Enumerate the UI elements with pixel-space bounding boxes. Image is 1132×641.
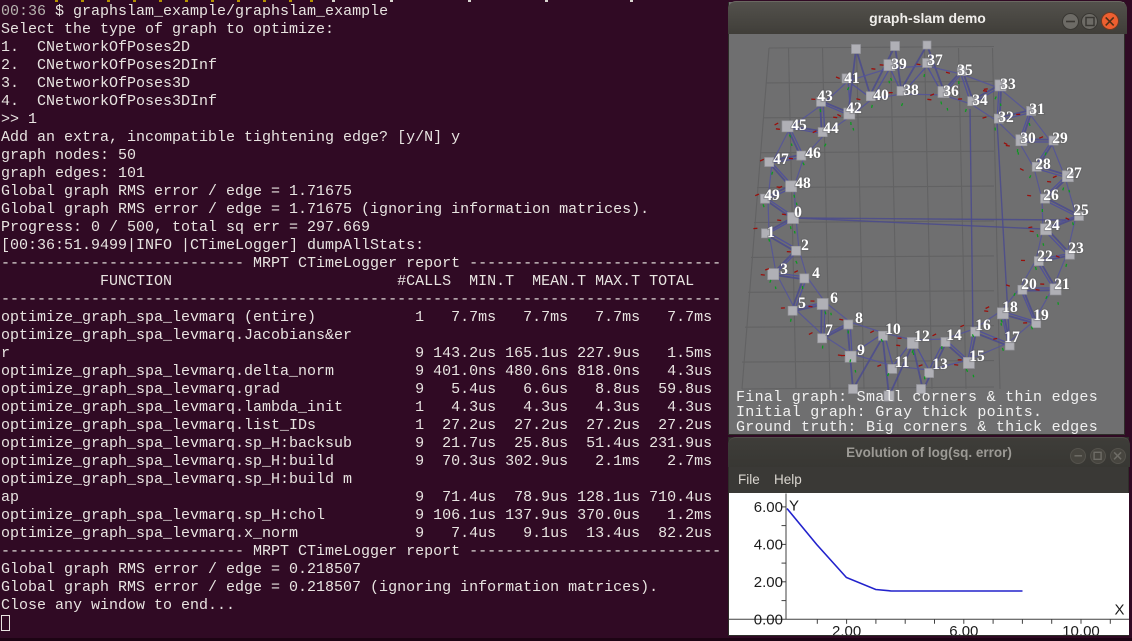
svg-text:45: 45 [791, 117, 807, 134]
svg-text:43: 43 [817, 88, 833, 105]
svg-text:15: 15 [969, 348, 985, 365]
svg-text:35: 35 [957, 62, 973, 79]
svg-text:3: 3 [780, 261, 788, 278]
svg-text:23: 23 [1068, 240, 1084, 257]
svg-text:2.00: 2.00 [754, 574, 783, 591]
svg-text:2: 2 [801, 237, 809, 254]
svg-text:21: 21 [1054, 276, 1070, 293]
svg-text:24: 24 [1044, 217, 1060, 234]
svg-text:18: 18 [1002, 299, 1018, 316]
svg-text:X: X [1115, 601, 1125, 618]
svg-text:14: 14 [946, 327, 962, 344]
svg-text:0.00: 0.00 [754, 611, 783, 628]
svg-text:30: 30 [1020, 130, 1036, 147]
svg-text:22: 22 [1037, 248, 1053, 265]
svg-text:6.00: 6.00 [949, 623, 978, 635]
svg-text:10: 10 [885, 321, 901, 338]
svg-text:32: 32 [998, 109, 1014, 126]
svg-text:49: 49 [764, 187, 780, 204]
svg-text:33: 33 [1000, 76, 1016, 93]
svg-text:41: 41 [844, 70, 860, 87]
svg-text:46: 46 [805, 145, 821, 162]
svg-text:20: 20 [1021, 276, 1037, 293]
svg-text:12: 12 [914, 328, 930, 345]
svg-text:44: 44 [823, 120, 839, 137]
svg-text:10.00: 10.00 [1062, 623, 1100, 635]
svg-text:8: 8 [855, 310, 863, 327]
svg-text:19: 19 [1033, 307, 1049, 324]
svg-text:38: 38 [903, 82, 919, 99]
svg-text:27: 27 [1066, 165, 1082, 182]
svg-text:29: 29 [1052, 130, 1068, 147]
svg-text:17: 17 [1004, 329, 1020, 346]
svg-text:26: 26 [1043, 187, 1059, 204]
svg-text:36: 36 [943, 83, 959, 100]
svg-text:13: 13 [932, 356, 948, 373]
svg-text:39: 39 [891, 56, 907, 73]
svg-text:11: 11 [895, 354, 910, 371]
svg-text:40: 40 [873, 87, 889, 104]
svg-text:5: 5 [798, 295, 806, 312]
svg-text:1: 1 [767, 224, 775, 241]
svg-text:31: 31 [1029, 101, 1045, 118]
svg-text:6: 6 [830, 290, 838, 307]
svg-text:25: 25 [1073, 202, 1089, 219]
svg-text:48: 48 [795, 175, 811, 192]
svg-text:47: 47 [773, 151, 789, 168]
svg-text:42: 42 [846, 100, 862, 117]
svg-text:4.00: 4.00 [754, 536, 783, 553]
svg-text:2.00: 2.00 [832, 623, 861, 635]
svg-text:0: 0 [794, 204, 802, 221]
svg-text:16: 16 [975, 317, 991, 334]
svg-text:37: 37 [927, 52, 943, 69]
svg-text:34: 34 [972, 92, 988, 109]
svg-text:9: 9 [857, 342, 865, 359]
svg-text:6.00: 6.00 [754, 499, 783, 516]
svg-text:4: 4 [812, 265, 820, 282]
svg-text:7: 7 [825, 322, 833, 339]
svg-text:28: 28 [1035, 156, 1051, 173]
